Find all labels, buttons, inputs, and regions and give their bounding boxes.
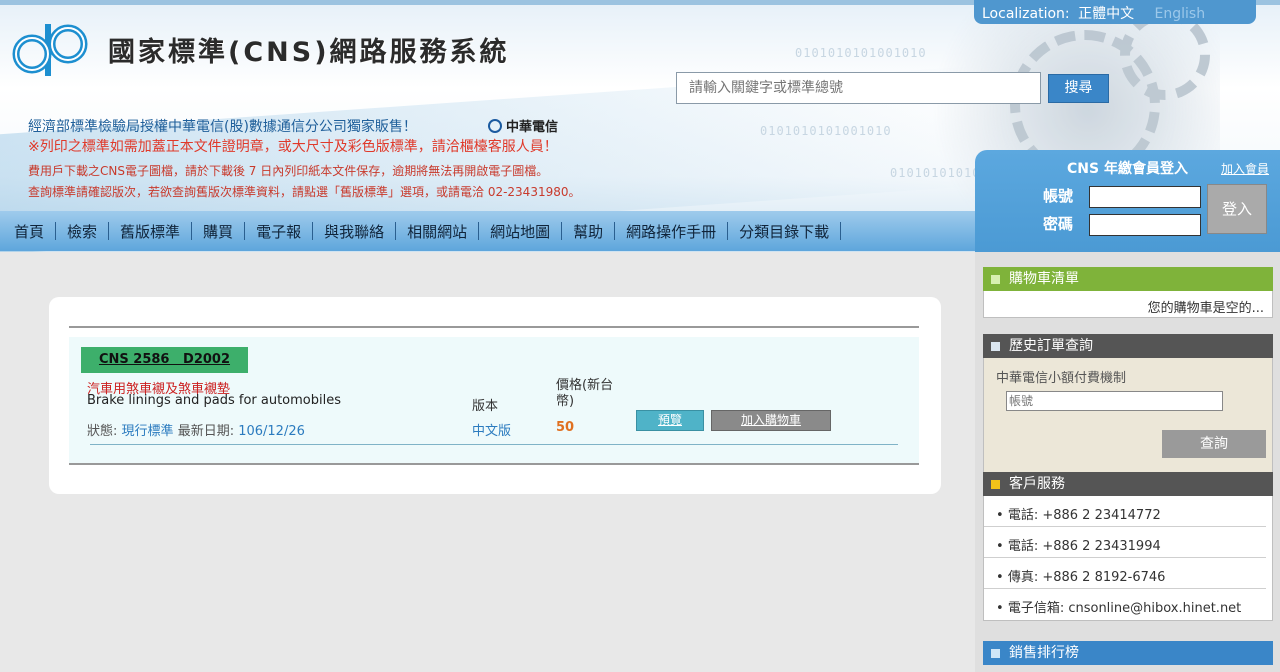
lang-traditional-chinese[interactable]: 正體中文 (1078, 6, 1134, 22)
bullet-square-icon (991, 480, 1000, 489)
binary-decoration: 0101010101001010 (760, 124, 892, 138)
nav-divider (614, 222, 616, 240)
standard-title-en: Brake linings and pads for automobiles (87, 393, 341, 408)
nav-item-home[interactable]: 首頁 (14, 221, 44, 242)
history-query-button[interactable]: 查詢 (1162, 430, 1266, 458)
order-history-panel: 歷史訂單查詢 中華電信小額付費機制 查詢 (983, 334, 1273, 484)
nav-divider (55, 222, 57, 240)
download-notice: 費用戶下載之CNS電子圖檔，請於下載後 7 日內列印紙本文件保存，逾期將無法再開… (28, 164, 549, 178)
member-login-panel: CNS 年繳會員登入 加入會員 帳號 密碼 登入 (975, 150, 1280, 252)
nav-divider (478, 222, 480, 240)
status-row: 狀態: 現行標準 最新日期: 106/12/26 (87, 420, 305, 439)
password-input[interactable] (1089, 214, 1201, 236)
nav-item-contact[interactable]: 與我聯絡 (324, 221, 384, 242)
print-notice: ※列印之標準如需加蓋正本文件證明章，或大尺寸及彩色版標準，請洽櫃檯客服人員！ (28, 139, 558, 155)
cht-brand-text: 中華電信 (506, 120, 559, 135)
nav-item-related-sites[interactable]: 相關網站 (407, 221, 467, 242)
search-input[interactable] (676, 72, 1041, 104)
history-panel-title: 歷史訂單查詢 (1009, 338, 1093, 354)
service-panel-title: 客戶服務 (1009, 476, 1065, 492)
micropayment-label: 中華電信小額付費機制 (996, 371, 1127, 386)
account-label: 帳號 (1043, 187, 1074, 205)
nav-item-manual[interactable]: 網路操作手冊 (626, 221, 716, 242)
cart-panel: 購物車清單 您的購物車是空的... (983, 267, 1273, 318)
nav-divider (244, 222, 246, 240)
cht-logo: 中華電信 (488, 116, 558, 135)
price-label: 價格(新台幣) (556, 378, 614, 409)
status-label: 狀態: (87, 424, 118, 439)
history-panel-header: 歷史訂單查詢 (983, 334, 1273, 358)
nav-divider (108, 222, 110, 240)
preview-button[interactable]: 預覽 (636, 410, 704, 431)
search-button[interactable]: 搜尋 (1048, 74, 1109, 103)
standard-code-link[interactable]: CNS 2586 D2002 (81, 347, 248, 373)
result-underline (90, 444, 898, 445)
service-text[interactable]: 電子信箱: cnsonline@hibox.hinet.net (1008, 601, 1241, 616)
localization-label: Localization: (982, 6, 1070, 22)
nav-item-catalog-download[interactable]: 分類目錄下載 (739, 221, 829, 242)
service-panel-header: 客戶服務 (983, 472, 1273, 496)
service-phone-2: • 電話: +886 2 23431994 (984, 527, 1266, 558)
bullet-square-icon (991, 275, 1000, 284)
cns-logo[interactable] (10, 14, 96, 86)
nav-divider (395, 222, 397, 240)
nav-item-newsletter[interactable]: 電子報 (256, 221, 301, 242)
history-panel-body: 中華電信小額付費機制 查詢 (983, 358, 1273, 484)
lang-english[interactable]: English (1155, 6, 1206, 22)
login-title: CNS 年繳會員登入 (1067, 161, 1188, 177)
add-to-cart-button[interactable]: 加入購物車 (711, 410, 831, 431)
localization-bar: Localization: 正體中文 English (974, 0, 1256, 24)
version-label: 版本 (472, 399, 499, 414)
bullet-square-icon (991, 342, 1000, 351)
account-input[interactable] (1089, 186, 1201, 208)
join-member-link[interactable]: 加入會員 (1221, 160, 1269, 177)
ranking-panel-title: 銷售排行榜 (1009, 645, 1079, 661)
service-email: • 電子信箱: cnsonline@hibox.hinet.net (996, 601, 1242, 616)
service-text: 傳真: +886 2 8192-6746 (1007, 570, 1166, 585)
authorized-notice: 經濟部標準檢驗局授權中華電信(股)數據通信分公司獨家販售！ (28, 119, 417, 135)
service-text: 電話: +886 2 23431994 (1007, 539, 1161, 554)
nav-item-help[interactable]: 幫助 (573, 221, 603, 242)
login-button[interactable]: 登入 (1207, 184, 1267, 234)
cart-panel-header: 購物車清單 (983, 267, 1273, 291)
cht-logo-icon (488, 119, 502, 133)
password-label: 密碼 (1043, 215, 1074, 233)
date-label: 最新日期: (177, 424, 235, 439)
nav-divider (191, 222, 193, 240)
nav-item-old-standards[interactable]: 舊版標準 (120, 221, 180, 242)
divider-top (69, 326, 919, 328)
sales-ranking-panel: 銷售排行榜 (983, 641, 1273, 665)
history-account-input[interactable] (1006, 391, 1223, 411)
binary-decoration: 0101010101001010 (795, 46, 927, 60)
site-title[interactable]: 國家標準(CNS)網路服務系統 (108, 30, 510, 69)
nav-divider (312, 222, 314, 240)
customer-service-panel: 客戶服務 • 電話: +886 2 23414772 • 電話: +886 2 … (983, 472, 1273, 621)
nav-item-sitemap[interactable]: 網站地圖 (490, 221, 550, 242)
service-panel-body: • 電話: +886 2 23414772 • 電話: +886 2 23431… (983, 496, 1273, 621)
nav-divider (840, 222, 842, 240)
query-notice: 查詢標準請確認版次，若欲查詢舊版次標準資料，請點選「舊版標準」選項，或請電洽 0… (28, 185, 581, 199)
service-fax: • 傳真: +886 2 8192-6746 (984, 558, 1266, 589)
cart-panel-title: 購物車清單 (1009, 271, 1079, 287)
divider-bottom (69, 463, 919, 465)
service-phone-1: • 電話: +886 2 23414772 (984, 496, 1266, 527)
ranking-panel-header: 銷售排行榜 (983, 641, 1273, 665)
cart-empty-message: 您的購物車是空的... (983, 291, 1273, 318)
service-text: 電話: +886 2 23414772 (1007, 508, 1161, 523)
status-value: 現行標準 (121, 424, 174, 439)
price-value: 50 (556, 420, 575, 435)
nav-item-purchase[interactable]: 購買 (203, 221, 233, 242)
nav-divider (561, 222, 563, 240)
main-nav: 首頁 檢索 舊版標準 購買 電子報 與我聯絡 相關網站 網站地圖 幫助 網路操作… (0, 211, 975, 251)
date-value: 106/12/26 (238, 424, 305, 439)
nav-item-search[interactable]: 檢索 (67, 221, 97, 242)
version-value: 中文版 (472, 424, 512, 439)
nav-divider (727, 222, 729, 240)
bullet-square-icon (991, 649, 1000, 658)
